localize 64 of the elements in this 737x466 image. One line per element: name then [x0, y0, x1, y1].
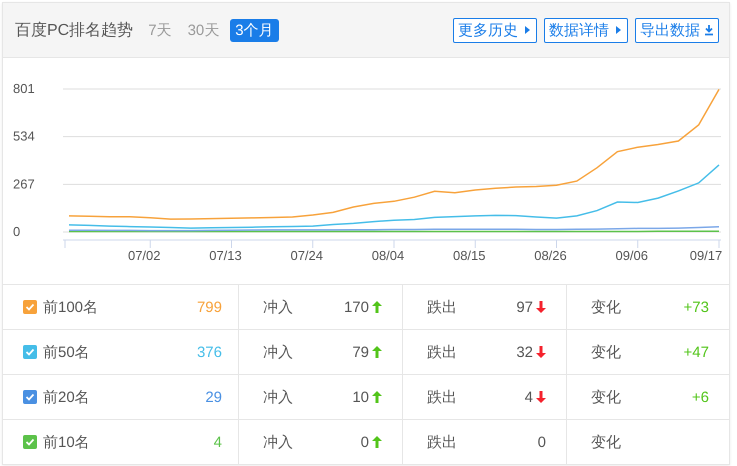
count-value: 29: [205, 388, 222, 406]
range-tab[interactable]: 3个月: [230, 18, 279, 42]
series-label: 前50名: [43, 342, 90, 362]
count-value: 4: [214, 434, 222, 450]
axis-label: 534: [13, 128, 35, 144]
export-button[interactable]: 导出数据: [635, 18, 719, 42]
checkbox[interactable]: [23, 390, 37, 404]
up-arrow-icon: [372, 391, 382, 403]
stat-label: 跌出: [427, 432, 457, 452]
caret-icon: [522, 24, 532, 36]
down-arrow-icon: [536, 391, 546, 403]
checkbox[interactable]: [23, 300, 37, 314]
chart-title: 百度PC排名趋势: [15, 20, 134, 40]
caret-icon: [613, 24, 623, 36]
stat-value: 170: [344, 298, 369, 316]
range-tab[interactable]: 30天: [182, 18, 224, 42]
up-arrow-icon: [372, 346, 382, 358]
link-button[interactable]: 更多历史: [453, 18, 537, 42]
count-value: 376: [196, 344, 222, 360]
up-arrow-icon: [372, 436, 382, 448]
axis-label: 08/26: [534, 248, 567, 263]
series-label: 前20名: [43, 388, 90, 406]
stat-value: 0: [360, 434, 369, 450]
count-value: 799: [196, 298, 222, 316]
change-value: +73: [684, 298, 709, 316]
stat-label: 冲入: [263, 432, 293, 452]
link-button[interactable]: 数据详情: [544, 18, 628, 42]
checkbox[interactable]: [23, 345, 37, 359]
stat-label: 跌出: [427, 342, 457, 362]
axis-label: 07/24: [290, 248, 324, 263]
stat-label: 变化: [591, 298, 621, 316]
stat-label: 变化: [591, 388, 621, 406]
down-arrow-icon: [536, 346, 546, 358]
axis-label: 09/17: [690, 248, 722, 263]
series-label: 前100名: [43, 298, 98, 316]
stat-value: 32: [516, 344, 533, 360]
stat-label: 跌出: [427, 298, 457, 316]
stat-label: 冲入: [263, 342, 293, 362]
series-label: 前10名: [43, 432, 90, 452]
axis-label: 09/06: [615, 248, 648, 263]
axis-label: 267: [13, 176, 35, 192]
axis-label: 0: [13, 224, 20, 239]
axis-label: 08/04: [372, 248, 404, 263]
up-arrow-icon: [372, 301, 382, 313]
stat-label: 变化: [591, 432, 621, 452]
download-icon: [704, 24, 714, 36]
change-value: +6: [692, 388, 709, 406]
stat-label: 冲入: [263, 388, 293, 406]
down-arrow-icon: [536, 301, 546, 313]
axis-label: 801: [13, 81, 35, 96]
stat-label: 冲入: [263, 298, 293, 316]
axis-label: 08/15: [452, 248, 486, 263]
change-value: +47: [684, 344, 709, 360]
stat-label: 跌出: [427, 388, 457, 406]
stat-label: 变化: [591, 342, 621, 362]
axis-label: 07/13: [209, 248, 242, 263]
stat-value: 10: [352, 388, 369, 406]
checkbox[interactable]: [23, 435, 37, 449]
axis-label: 07/02: [128, 248, 161, 263]
range-tab[interactable]: 7天: [143, 18, 177, 42]
stat-value: 97: [516, 298, 533, 316]
stat-value: 0: [538, 434, 546, 450]
stat-value: 4: [524, 388, 533, 406]
stat-value: 79: [352, 344, 369, 360]
